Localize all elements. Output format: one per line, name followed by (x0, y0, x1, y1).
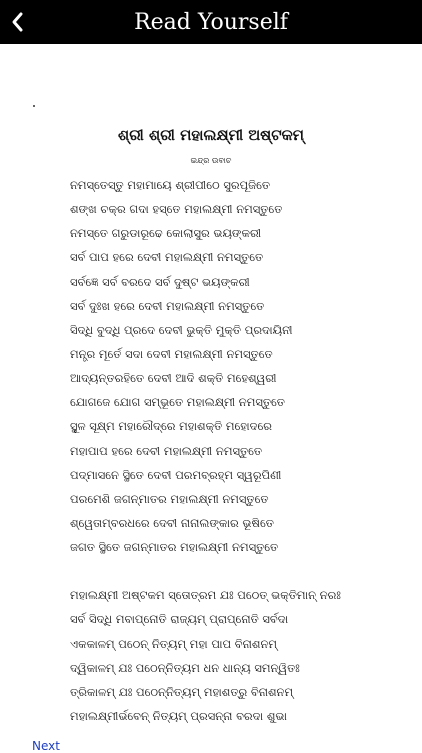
verse-line: ସର୍ବ ଦୁଃଖ ହରେ ଦେବୀ ମହାଲକ୍ଷ୍ମୀ ନମସ୍ତୁତେ (70, 298, 265, 313)
verse-line: ମହାଲକ୍ଷ୍ମୀ ଅଷ୍ଟକମ ସ୍ତୋତ୍ରମ ଯଃ ପଠେତ୍ ଭକ୍ତ… (70, 588, 341, 603)
page-title: Read Yourself (134, 9, 288, 35)
verse-line: ଶଙ୍ଖ ଚକ୍ର ଗଦା ହସ୍ତେ ମହାଲକ୍ଷ୍ମୀ ନମସ୍ତୁତେ (70, 202, 283, 217)
verse-line: ଶ୍ୱେତାମ୍ବରଧରେ ଦେବୀ ନାନାଲଙ୍କାର ଭୂଷିତେ (70, 515, 274, 530)
next-link[interactable]: Next (32, 739, 60, 753)
verse-line: ମହାଲକ୍ଷ୍ମୀର୍ଭବେନ୍ ନିତ୍ୟମ୍ ପ୍ରସନ୍ନା ବରଦା … (70, 708, 288, 723)
verse-line: ପରମେଶି ଜଗନ୍ମାତର ମହାଲକ୍ଷ୍ମୀ ନମସ୍ତୁତେ (70, 491, 269, 506)
chevron-left-icon (12, 12, 23, 32)
verse-line: ତ୍ରିକାଳମ୍ ଯଃ ପଠେନ୍ନିତ୍ୟମ୍ ମହାଶତ୍ରୁ ବିନାଶ… (70, 684, 294, 699)
verse-line: ପଦ୍ମାସନେ ସ୍ଥିତେ ଦେବୀ ପରମବ୍ରହ୍ମ ସ୍ୱରୂପିଣୀ (70, 467, 282, 482)
verse-line: ସର୍ବଜ୍ଞେ ସର୍ବ ବରଦେ ସର୍ବ ଦୁଷ୍ଟ ଭୟଙ୍କରୀ (70, 274, 250, 289)
top-bar: Read Yourself (0, 0, 422, 44)
verse-line: ଯୋଗଜେ ଯୋଗ ସମ୍ଭୂତେ ମହାଲକ୍ଷ୍ମୀ ନମସ୍ତୁତେ (70, 395, 285, 410)
back-button[interactable] (6, 8, 28, 36)
stotra-subheading: ଇନ୍ଦ୍ର ଉବାଚ (190, 156, 232, 165)
verse-line: ନମସ୍ତେସ୍ତୁ ମହାମାୟେ ଶ୍ରୀପୀଠେ ସୁରପୂଜିତେ (70, 178, 271, 192)
stotra-title: ଶ୍ରୀ ଶ୍ରୀ ମହାଲକ୍ଷ୍ମୀ ଅଷ୍ଟକମ୍ (118, 126, 304, 144)
verse-line: ଆଦ୍ୟନ୍ତରହିତେ ଦେବୀ ଆଦି ଶକ୍ତି ମହେଶ୍ୱରୀ (70, 371, 277, 386)
verse-line: ସ୍ଥୂଳ ସୂକ୍ଷ୍ମ ମହାରୌଦ୍ରେ ମହାଶକ୍ତି ମହୋଦରେ (70, 419, 273, 434)
verse-line: ମନ୍ତ୍ର ମୂର୍ତେ ସଦା ଦେବୀ ମହାଲକ୍ଷ୍ମୀ ନମସ୍ତୁ… (70, 346, 273, 361)
stanza-gap (70, 559, 415, 583)
verse-line: ଏକକାଳମ୍ ପଠେନ୍ ନିତ୍ୟମ୍ ମହା ପାପ ବିନାଶନମ୍ (70, 636, 277, 651)
stray-dot (33, 105, 35, 107)
verse-line: ଦ୍ୱିକାଳମ୍ ଯଃ ପଠେନ୍ନିତ୍ୟମ ଧନ ଧାନ୍ୟ ସମନ୍ୱି… (70, 660, 300, 675)
verse-line: ସର୍ବ ପାପ ହରେ ଦେବୀ ମହାଲକ୍ଷ୍ମୀ ନମସ୍ତୁତେ (70, 250, 264, 265)
verse-line: ଜଗତ ସ୍ଥିତେ ଜଗନ୍ମାତର ମହାଲକ୍ଷ୍ମୀ ନମସ୍ତୁତେ (70, 540, 279, 555)
verse-line: ମହାପାପ ହରେ ଦେବୀ ମହାଲକ୍ଷ୍ମୀ ନମସ୍ତୁତେ (70, 443, 263, 458)
verse-line: ସିଦ୍ଧି ବୁଦ୍ଧି ପ୍ରଦେ ଦେବୀ ଭୁକ୍ତି ମୁକ୍ତି ପ… (70, 322, 293, 337)
verse-line: ସର୍ବ ସିଦ୍ଧି ମବାପ୍ନୋତି ରାଜ୍ୟମ୍ ପ୍ରାପ୍ନୋତି… (70, 612, 289, 627)
verses-container: ନମସ୍ତେସ୍ତୁ ମହାମାୟେ ଶ୍ରୀପୀଠେ ସୁରପୂଜିତେ ଶଙ… (70, 173, 415, 728)
verse-line: ନମସ୍ତେ ଗରୁଡାରୂଢେ କୋଲାସୁର ଭୟଙ୍କରୀ (70, 226, 262, 241)
